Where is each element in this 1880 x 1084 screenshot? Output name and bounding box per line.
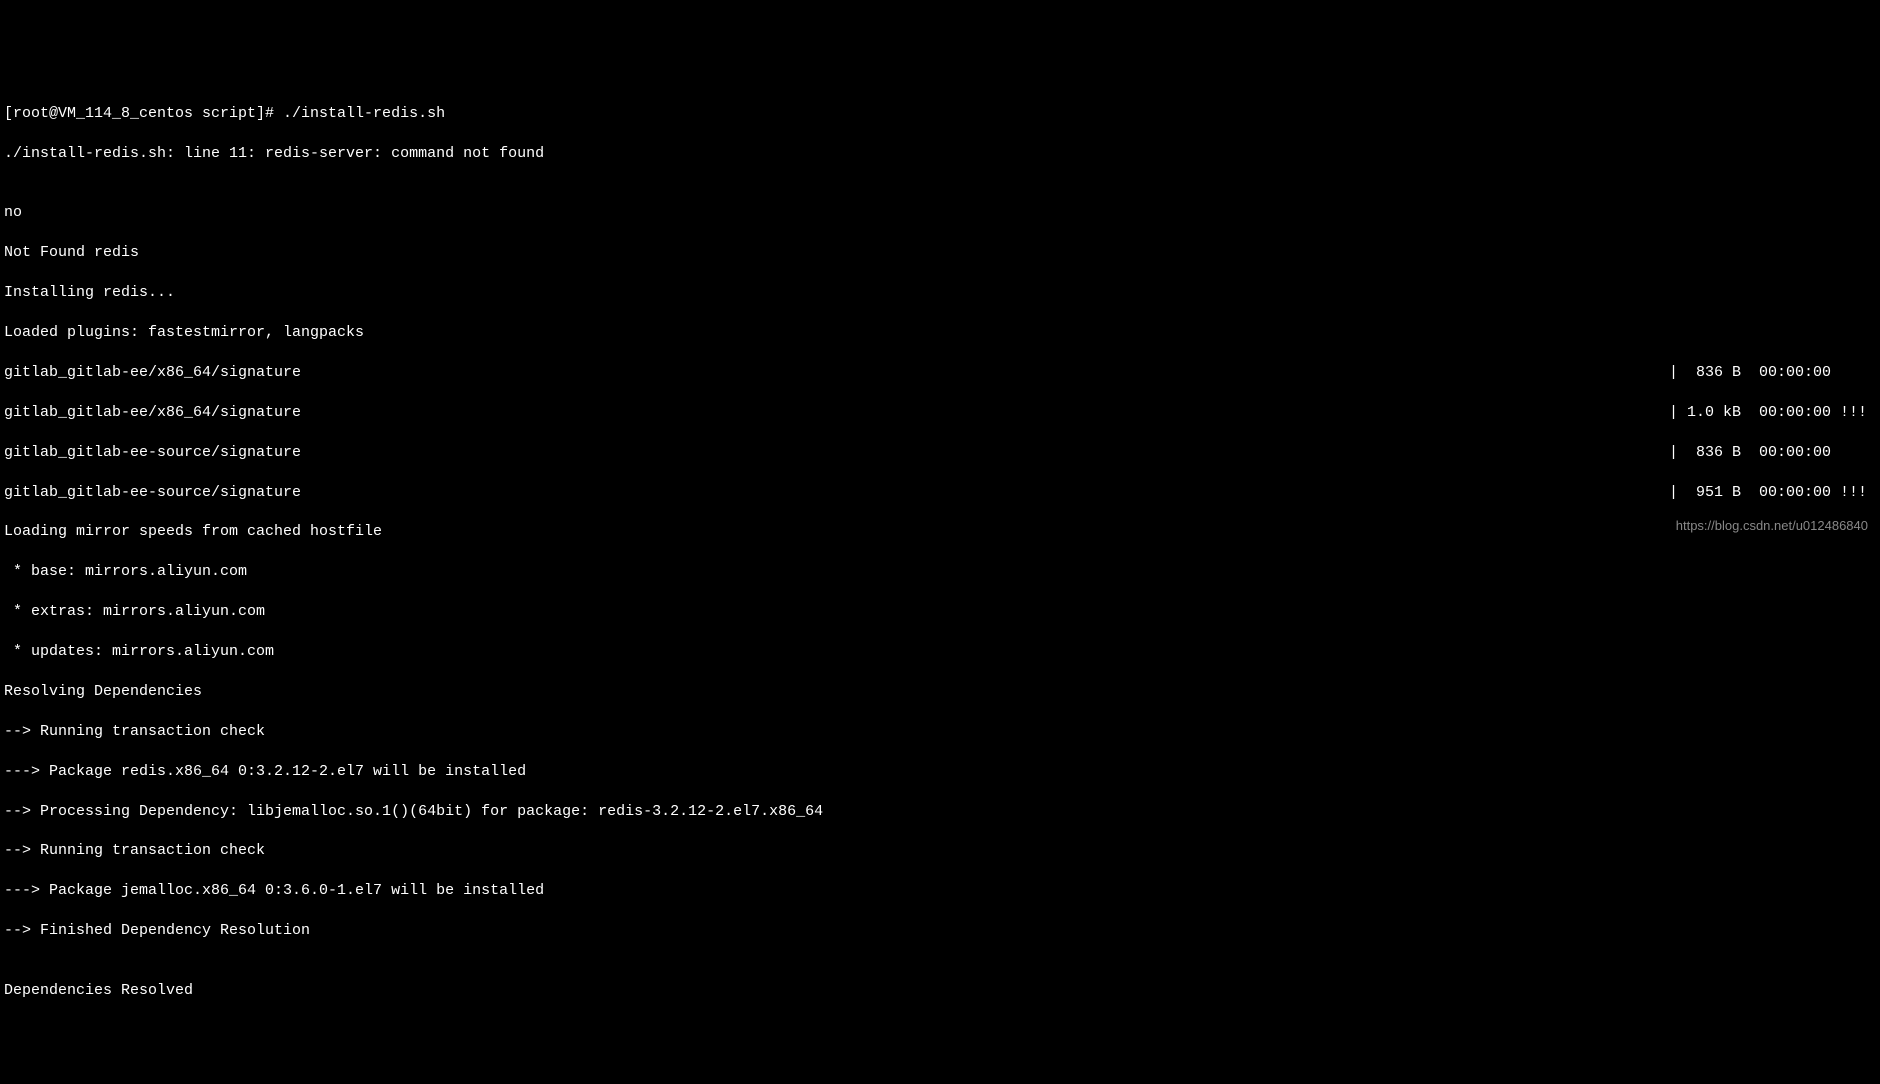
spacer bbox=[301, 403, 1669, 423]
output-line: --> Finished Dependency Resolution bbox=[4, 921, 1876, 941]
output-line: ./install-redis.sh: line 11: redis-serve… bbox=[4, 144, 1876, 164]
output-line: * base: mirrors.aliyun.com bbox=[4, 562, 1876, 582]
repo-line: gitlab_gitlab-ee-source/signature | 836 B… bbox=[4, 443, 1876, 463]
spacer bbox=[301, 443, 1669, 463]
repo-status: | 836 B 00:00:00 bbox=[1669, 443, 1876, 463]
watermark-text: https://blog.csdn.net/u012486840 bbox=[1676, 517, 1868, 534]
repo-name: gitlab_gitlab-ee-source/signature bbox=[4, 443, 301, 463]
repo-name: gitlab_gitlab-ee/x86_64/signature bbox=[4, 363, 301, 383]
repo-name: gitlab_gitlab-ee-source/signature bbox=[4, 483, 301, 503]
repo-status: | 951 B 00:00:00 !!! bbox=[1669, 483, 1876, 503]
spacer bbox=[301, 363, 1669, 383]
output-line: Dependencies Resolved bbox=[4, 981, 1876, 1001]
output-line: Loaded plugins: fastestmirror, langpacks bbox=[4, 323, 1876, 343]
repo-line: gitlab_gitlab-ee-source/signature | 951 B… bbox=[4, 483, 1876, 503]
output-line: * updates: mirrors.aliyun.com bbox=[4, 642, 1876, 662]
repo-line: gitlab_gitlab-ee/x86_64/signature | 836 B… bbox=[4, 363, 1876, 383]
output-line: no bbox=[4, 203, 1876, 223]
repo-line: gitlab_gitlab-ee/x86_64/signature | 1.0 k… bbox=[4, 403, 1876, 423]
output-line: --> Processing Dependency: libjemalloc.s… bbox=[4, 802, 1876, 822]
output-line: --> Running transaction check bbox=[4, 722, 1876, 742]
output-line: Not Found redis bbox=[4, 243, 1876, 263]
terminal-output[interactable]: [root@VM_114_8_centos script]# ./install… bbox=[4, 84, 1876, 1021]
output-line: Installing redis... bbox=[4, 283, 1876, 303]
repo-name: gitlab_gitlab-ee/x86_64/signature bbox=[4, 403, 301, 423]
output-line: --> Running transaction check bbox=[4, 841, 1876, 861]
spacer bbox=[301, 483, 1669, 503]
repo-status: | 1.0 kB 00:00:00 !!! bbox=[1669, 403, 1876, 423]
output-line: ---> Package jemalloc.x86_64 0:3.6.0-1.e… bbox=[4, 881, 1876, 901]
output-line: Resolving Dependencies bbox=[4, 682, 1876, 702]
prompt-line: [root@VM_114_8_centos script]# ./install… bbox=[4, 104, 1876, 124]
output-line: Loading mirror speeds from cached hostfi… bbox=[4, 522, 1876, 542]
output-line: * extras: mirrors.aliyun.com bbox=[4, 602, 1876, 622]
repo-status: | 836 B 00:00:00 bbox=[1669, 363, 1876, 383]
output-line: ---> Package redis.x86_64 0:3.2.12-2.el7… bbox=[4, 762, 1876, 782]
